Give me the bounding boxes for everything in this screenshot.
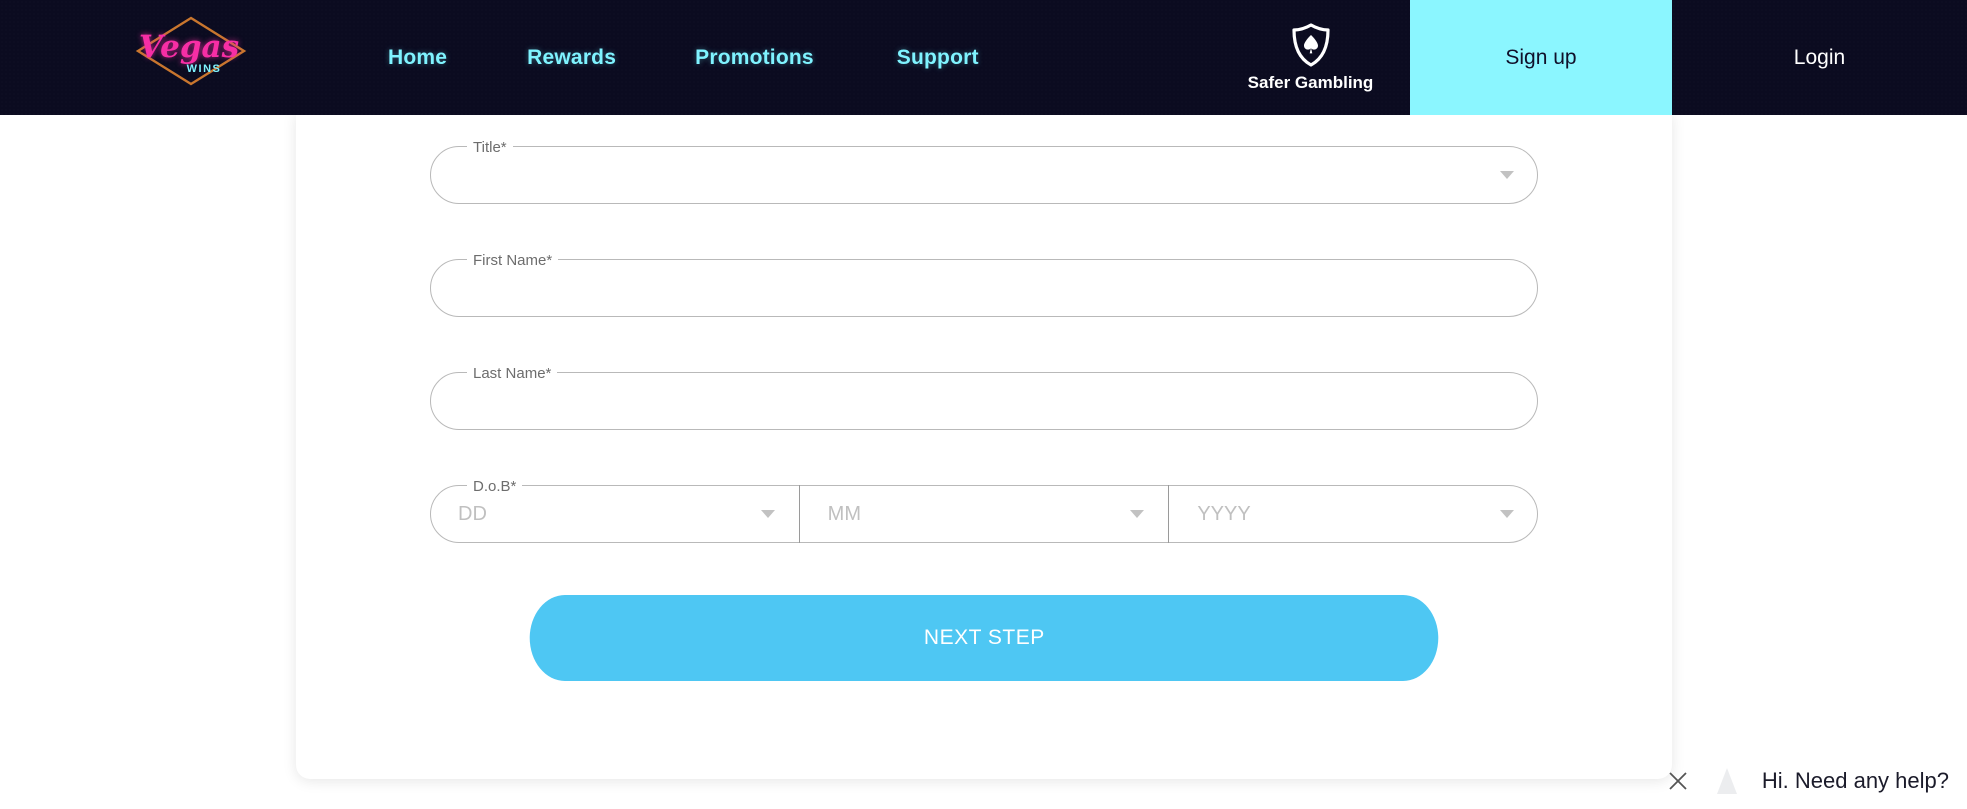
sign-up-label: Sign up [1505,45,1577,69]
login-label: Login [1793,45,1846,69]
shield-spade-icon [1291,22,1330,67]
dob-day-chevron-down-icon[interactable] [760,510,775,518]
safer-gambling-label: Safer Gambling [1247,72,1374,92]
first-name-field[interactable]: First Name* [430,251,1538,317]
dob-year-select[interactable] [1169,485,1539,543]
safer-gambling-link[interactable]: Safer Gambling [1243,0,1378,115]
nav-link-support[interactable]: Support [897,46,979,70]
vegas-wins-logo[interactable]: Vegas WINS [132,12,250,90]
next-step-button[interactable]: NEXT STEP [529,595,1439,681]
title-select[interactable] [430,146,1538,204]
dob-field[interactable]: D.o.B* [430,477,1539,543]
last-name-input[interactable] [430,372,1538,430]
nav-link-promotions[interactable]: Promotions [695,46,814,70]
page-root: Vegas WINS Home Rewards Promotions Suppo… [0,0,1967,809]
dob-month-segment[interactable] [798,485,1169,543]
title-chevron-down-icon[interactable] [1500,171,1514,179]
dob-day-segment[interactable] [430,485,799,543]
close-icon-glyph [1669,772,1687,790]
nav-link-home[interactable]: Home [388,46,447,70]
site-header: Vegas WINS Home Rewards Promotions Suppo… [0,0,1967,115]
last-name-field[interactable]: Last Name* [430,364,1538,430]
chat-avatar-icon [1716,768,1737,794]
dob-segments [430,485,1539,543]
dob-day-select[interactable] [430,485,799,543]
logo-artwork: Vegas WINS [135,16,247,86]
dob-year-chevron-down-icon[interactable] [1500,510,1515,518]
chat-message: Hi. Need any help? [1761,768,1949,793]
dob-month-select[interactable] [799,485,1169,543]
sign-up-button[interactable]: Sign up [1410,0,1672,115]
dob-year-segment[interactable] [1168,485,1539,543]
nav-link-rewards[interactable]: Rewards [527,46,616,70]
registration-card: Title* First Name* Last Name* D.o.B* DD … [296,113,1672,779]
title-field[interactable]: Title* [430,138,1538,204]
login-button[interactable]: Login [1672,0,1967,115]
main-nav: Home Rewards Promotions Support [388,0,979,115]
svg-text:Vegas: Vegas [139,29,239,65]
registration-form: Title* First Name* Last Name* D.o.B* DD … [430,138,1539,681]
svg-text:WINS: WINS [187,63,222,75]
dob-month-chevron-down-icon[interactable] [1130,510,1145,518]
next-step-label: NEXT STEP [923,626,1045,649]
first-name-input[interactable] [430,259,1538,317]
chat-close-icon[interactable] [1664,767,1692,795]
chat-widget: Hi. Need any help? [1664,753,1967,809]
